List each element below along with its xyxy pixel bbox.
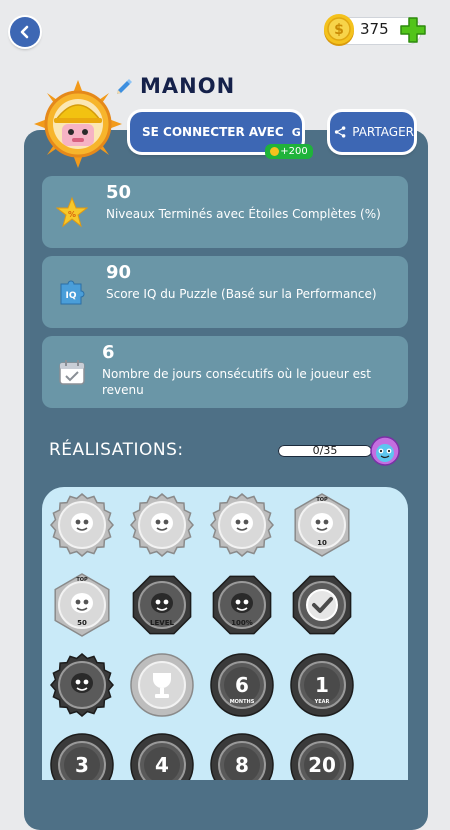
badge-row4-3[interactable]: 8: [210, 733, 274, 780]
badge-trophy[interactable]: [130, 653, 194, 717]
stat-description: Nombre de jours consécutifs où le joueur…: [102, 367, 371, 397]
badge-row4-1[interactable]: 3: [50, 733, 114, 780]
svg-text:20: 20: [308, 753, 336, 777]
svg-text:10: 10: [317, 539, 327, 547]
svg-text:TOP: TOP: [76, 577, 88, 583]
badge-gear-2[interactable]: [130, 493, 194, 557]
achievements-progress: 0/35: [278, 445, 372, 457]
svg-text:TOP: TOP: [316, 497, 328, 503]
badge-top-10[interactable]: TOP 10: [290, 493, 354, 557]
badge-level[interactable]: LEVEL: [130, 573, 194, 637]
svg-text:YEAR: YEAR: [314, 699, 330, 705]
svg-text:4: 4: [155, 753, 169, 777]
badge-row4-4[interactable]: 20: [290, 733, 354, 780]
share-icon: [334, 126, 346, 138]
back-button[interactable]: [10, 17, 40, 47]
svg-text:%: %: [68, 210, 76, 219]
google-icon: G: [291, 125, 301, 139]
badge-1-year[interactable]: 1 YEAR: [290, 653, 354, 717]
stat-card-iq: IQ 90 Score IQ du Puzzle (Basé sur la Pe…: [42, 256, 408, 328]
achievements-title: RÉALISATIONS:: [49, 440, 184, 460]
stat-description: Score IQ du Puzzle (Basé sur la Performa…: [106, 287, 377, 301]
achievements-grid: TOP 10 TOP 50 LEVEL 100% 6 MONTHS 1 YEAR 3 4 8 20: [42, 487, 408, 780]
iq-puzzle-icon: IQ: [60, 280, 85, 305]
badge-100-percent[interactable]: 100%: [210, 573, 274, 637]
small-coin-icon: [270, 147, 280, 156]
badge-row4-2[interactable]: 4: [130, 733, 194, 780]
share-label: PARTAGER: [352, 125, 414, 139]
svg-text:50: 50: [77, 619, 87, 627]
badge-cap[interactable]: [50, 653, 114, 717]
stat-value: 6: [102, 342, 115, 363]
svg-text:MONTHS: MONTHS: [230, 699, 255, 705]
coin-icon: $: [324, 14, 354, 46]
calendar-icon: [59, 360, 85, 385]
svg-text:100%: 100%: [231, 619, 253, 627]
avatar: [34, 80, 122, 168]
stat-card-stars: % 50 Niveaux Terminés avec Étoiles Compl…: [42, 176, 408, 248]
svg-text:8: 8: [235, 753, 249, 777]
monster-face-icon: [370, 436, 400, 466]
edit-name-pencil-icon[interactable]: [114, 76, 134, 96]
stat-description: Niveaux Terminés avec Étoiles Complètes …: [106, 207, 381, 221]
player-name: MANON: [140, 74, 236, 98]
coin-count: 375: [360, 20, 389, 38]
badge-top-50[interactable]: TOP 50: [50, 573, 114, 637]
star-percent-icon: %: [56, 196, 88, 228]
connect-reward-badge: +200: [265, 144, 313, 159]
svg-text:IQ: IQ: [66, 291, 77, 301]
stat-card-streak: 6 Nombre de jours consécutifs où le joue…: [42, 336, 408, 408]
badge-gear-1[interactable]: [50, 493, 114, 557]
add-coins-plus-icon[interactable]: [398, 15, 428, 45]
svg-text:LEVEL: LEVEL: [150, 619, 174, 627]
share-button[interactable]: PARTAGER: [330, 112, 414, 152]
chevron-left-icon: [20, 25, 29, 39]
svg-text:6: 6: [235, 673, 249, 697]
connect-reward-text: +200: [280, 146, 308, 157]
badge-6-months[interactable]: 6 MONTHS: [210, 653, 274, 717]
svg-text:1: 1: [315, 673, 329, 697]
svg-text:$: $: [334, 22, 344, 38]
stat-value: 50: [106, 182, 132, 203]
svg-text:3: 3: [75, 753, 89, 777]
connect-label: SE CONNECTER AVEC: [142, 125, 284, 139]
stat-value: 90: [106, 262, 132, 283]
badge-gear-3[interactable]: [210, 493, 274, 557]
badge-check[interactable]: [290, 573, 354, 637]
